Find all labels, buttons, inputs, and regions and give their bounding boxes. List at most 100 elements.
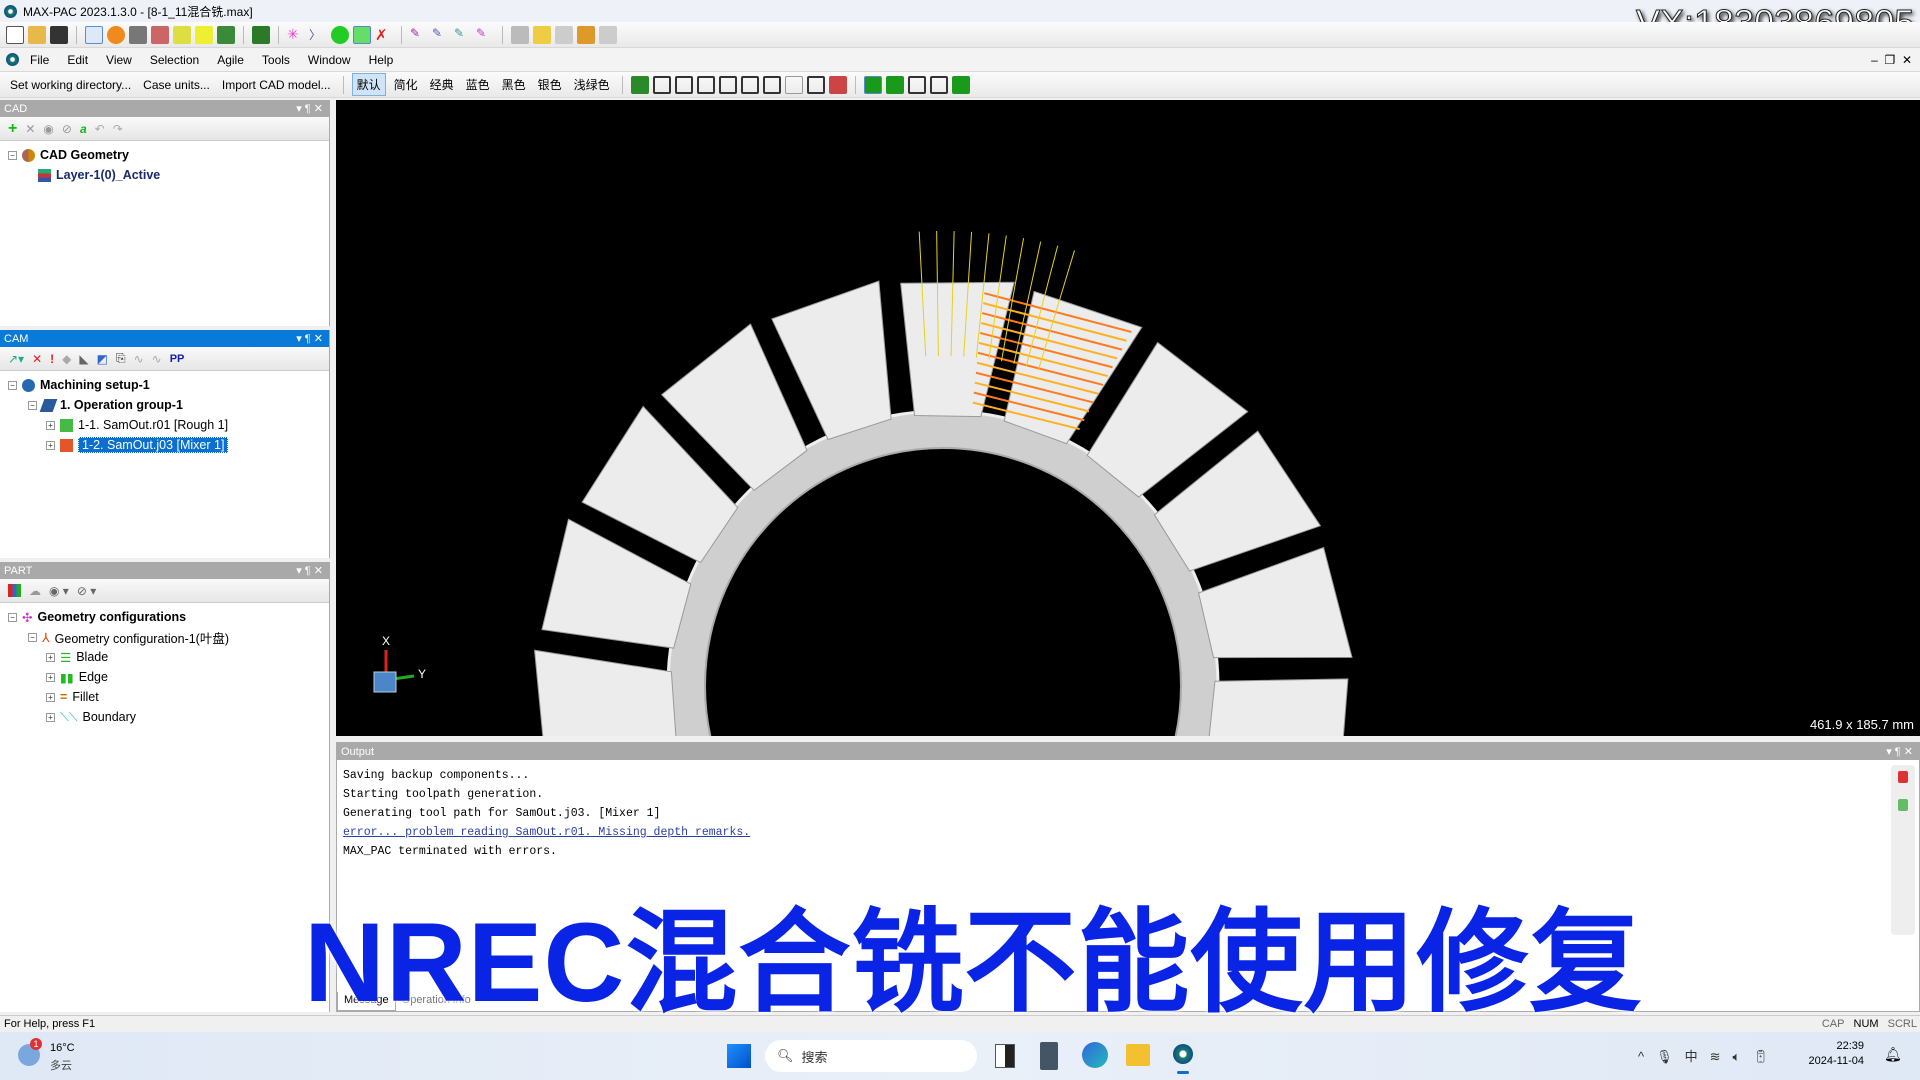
view-back-icon[interactable] — [674, 75, 693, 94]
view-axis-icon[interactable] — [828, 75, 847, 94]
weather-widget[interactable]: 1 16°C 多云 — [18, 1038, 98, 1074]
view-top-icon[interactable] — [740, 75, 759, 94]
view-iso-icon[interactable] — [630, 75, 649, 94]
tree-node-fillet[interactable]: + = Fillet — [8, 687, 329, 707]
expand-icon[interactable]: + — [46, 712, 55, 722]
surface-icon[interactable] — [331, 25, 349, 44]
system-tray[interactable]: ^🎙︎中≋🔈︎🔋︎ — [1638, 1046, 1781, 1065]
render-solid-icon[interactable] — [951, 75, 970, 94]
tool-icon[interactable] — [599, 25, 617, 44]
theme-silver[interactable]: 银色 — [534, 74, 566, 95]
menu-selection[interactable]: Selection — [143, 51, 206, 69]
curve-icon[interactable]: 〉 — [309, 26, 327, 44]
set-working-directory-button[interactable]: Set working directory... — [6, 76, 135, 94]
tree-node-blade[interactable]: + ☰ Blade — [8, 647, 329, 667]
blisk-model[interactable] — [336, 100, 1920, 736]
menu-help[interactable]: Help — [362, 51, 401, 69]
hub-shape-icon[interactable]: ☁ — [29, 584, 41, 598]
redo-icon[interactable]: ↷ — [113, 122, 123, 136]
log-error-link[interactable]: error... problem reading SamOut.r01. Mis… — [343, 823, 1913, 842]
theme-black[interactable]: 黑色 — [498, 74, 530, 95]
expand-icon[interactable]: + — [46, 692, 55, 702]
expand-icon[interactable]: + — [46, 420, 55, 430]
tree-node-operation-group[interactable]: − 1. Operation group-1 — [8, 395, 329, 415]
menu-tools[interactable]: Tools — [255, 51, 297, 69]
import-cad-model-button[interactable]: Import CAD model... — [218, 76, 335, 94]
rotate-icon[interactable] — [107, 25, 125, 44]
windows-start-icon[interactable] — [727, 1044, 751, 1068]
select-arrow-icon[interactable] — [85, 25, 103, 44]
clock[interactable]: 22:39 2024-11-04 — [1809, 1040, 1864, 1067]
add-icon[interactable]: + — [8, 120, 17, 138]
undo-icon[interactable]: ↶ — [95, 122, 105, 136]
menu-agile[interactable]: Agile — [210, 51, 251, 69]
menu-file[interactable]: File — [23, 51, 56, 69]
tree-node-layer[interactable]: Layer-1(0)_Active — [8, 165, 329, 185]
view-front-icon[interactable] — [652, 75, 671, 94]
show-icon[interactable]: ◉ — [43, 122, 53, 136]
hide-dropdown-icon[interactable]: ⊘ ▾ — [77, 584, 96, 598]
simulate-icon[interactable]: ◩ — [97, 352, 108, 366]
pan-icon[interactable] — [129, 25, 147, 44]
expand-icon[interactable]: + — [46, 672, 55, 682]
view-hidden-icon[interactable] — [806, 75, 825, 94]
theme-simple[interactable]: 简化 — [390, 74, 422, 95]
notification-bell-icon[interactable]: 🔔︎ — [1884, 1046, 1902, 1063]
view-wire-icon[interactable] — [784, 75, 803, 94]
render-shaded-edges-icon[interactable] — [885, 75, 904, 94]
tree-node-geometry-configurations[interactable]: − ✣ Geometry configurations — [8, 607, 329, 627]
rename-icon[interactable]: a — [80, 122, 87, 136]
zoom-fit-icon[interactable] — [195, 25, 213, 44]
collapse-icon[interactable]: − — [28, 632, 37, 642]
expand-icon[interactable]: + — [46, 652, 55, 662]
collapse-icon[interactable]: − — [28, 400, 37, 410]
pick-surface-icon[interactable]: ✎ — [454, 26, 472, 44]
shading-icon[interactable] — [252, 25, 270, 44]
pick-tool-icon[interactable]: ✎ — [410, 26, 428, 44]
calculator-icon[interactable] — [1040, 1042, 1058, 1070]
open-folder-icon[interactable] — [28, 25, 46, 44]
hub-icon[interactable] — [555, 25, 573, 44]
view-cube-icon[interactable] — [217, 25, 235, 44]
post-processor-button[interactable]: PP — [170, 353, 185, 365]
maxpac-taskbar-button[interactable] — [1168, 1036, 1198, 1076]
3d-viewport[interactable]: X Y 461.9 x 185.7 mm — [336, 100, 1920, 736]
collapse-icon[interactable]: − — [8, 150, 17, 160]
render-shaded-icon[interactable] — [863, 75, 882, 94]
task-view-icon[interactable] — [995, 1044, 1015, 1068]
app-menu-icon[interactable] — [6, 53, 19, 66]
render-hidden-line-icon[interactable] — [929, 75, 948, 94]
zoom-window-icon[interactable] — [173, 25, 191, 44]
export-icon[interactable]: ⎘ — [116, 351, 126, 366]
panel-controls[interactable]: ▾ ¶ ✕ — [296, 564, 323, 577]
edge-browser-icon[interactable] — [1082, 1042, 1108, 1068]
tree-node-cad-geometry[interactable]: − CAD Geometry — [8, 145, 329, 165]
remove-icon[interactable]: ✕ — [25, 122, 35, 136]
point-icon[interactable]: ✳ — [287, 26, 305, 44]
theme-light-green[interactable]: 浅绿色 — [570, 74, 614, 95]
tree-node-config[interactable]: − ⅄ Geometry configuration-1(叶盘) — [8, 627, 329, 647]
show-dropdown-icon[interactable]: ◉ ▾ — [49, 584, 69, 598]
zoom-icon[interactable] — [151, 25, 169, 44]
view-left-icon[interactable] — [696, 75, 715, 94]
hide-icon[interactable]: ⊘ — [62, 122, 72, 136]
theme-classic[interactable]: 经典 — [426, 74, 458, 95]
mdi-window-controls[interactable]: – ❐ ✕ — [1871, 53, 1912, 67]
render-wireframe-icon[interactable] — [907, 75, 926, 94]
panel-controls[interactable]: ▾ ¶ ✕ — [296, 332, 323, 345]
blade-icon[interactable] — [511, 25, 529, 44]
view-bottom-icon[interactable] — [762, 75, 781, 94]
theme-default[interactable]: 默认 — [351, 73, 386, 96]
tree-node-edge[interactable]: + ▮▮ Edge — [8, 667, 329, 687]
menu-edit[interactable]: Edit — [60, 51, 95, 69]
toolpath-display-icon[interactable] — [353, 25, 371, 44]
tree-node-operation-selected[interactable]: +1-2. SamOut.j03 [Mixer 1] — [8, 435, 329, 455]
pick-edge-icon[interactable]: ✎ — [476, 26, 494, 44]
expand-icon[interactable]: + — [46, 440, 55, 450]
diamond-icon[interactable]: ◆ — [62, 352, 71, 366]
toolpath-hide-icon[interactable]: ∿ — [152, 352, 162, 366]
delete-operation-icon[interactable]: ✕ — [32, 352, 42, 366]
geometry-colors-icon[interactable] — [8, 584, 21, 597]
taskbar-search[interactable]: 🔍︎ 搜索 — [765, 1040, 977, 1072]
new-operation-icon[interactable]: ↗▾ — [8, 352, 24, 366]
